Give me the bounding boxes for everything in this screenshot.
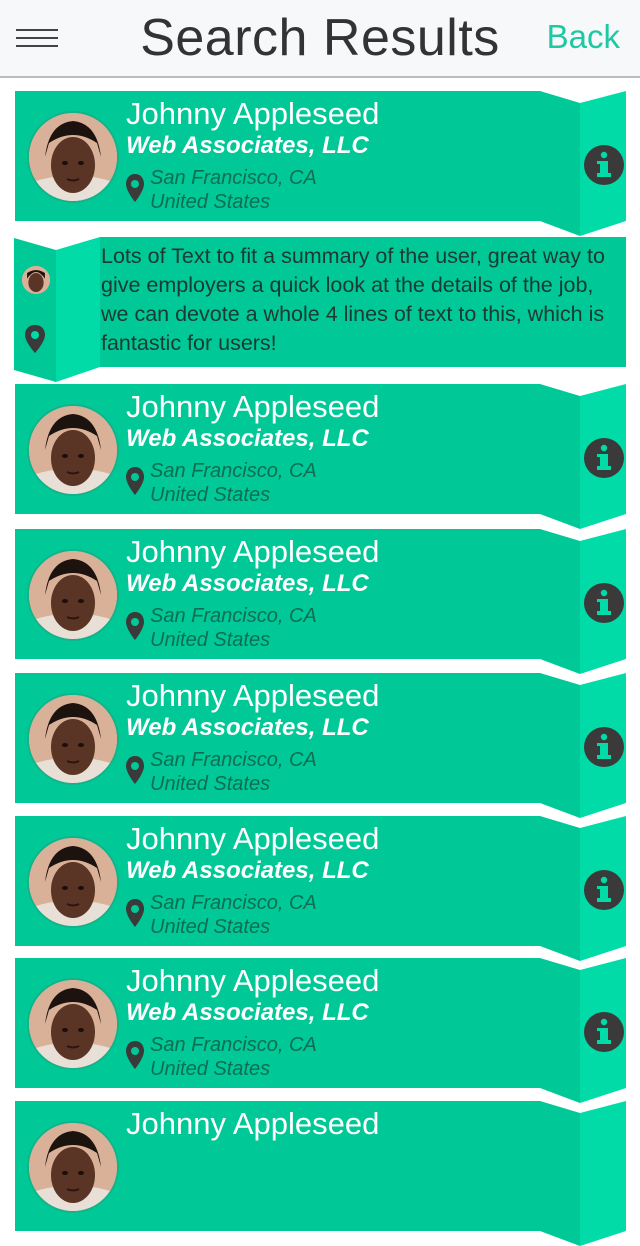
result-company: Web Associates, LLC	[126, 857, 369, 884]
page-title: Search Results	[140, 9, 500, 67]
result-card[interactable]: Johnny Appleseed Web Associates, LLC San…	[15, 673, 640, 818]
mini-avatar	[22, 266, 50, 294]
avatar	[27, 111, 119, 203]
info-icon[interactable]	[583, 582, 625, 624]
result-company: Web Associates, LLC	[126, 132, 369, 159]
back-button[interactable]: Back	[547, 18, 620, 56]
map-pin-icon	[126, 467, 144, 495]
result-name: Johnny Appleseed	[126, 963, 380, 998]
result-location: San Francisco, CA United States	[150, 748, 317, 796]
nav-bar: Search Results Back	[0, 0, 640, 78]
map-pin-icon	[126, 174, 144, 202]
info-icon[interactable]	[583, 726, 625, 768]
result-country: United States	[150, 1058, 271, 1080]
result-company: Web Associates, LLC	[126, 425, 369, 452]
result-country: United States	[150, 916, 271, 938]
summary-panel: Lots of Text to fit a summary of the use…	[14, 236, 626, 384]
result-location: San Francisco, CA United States	[150, 1033, 317, 1081]
info-icon[interactable]	[583, 144, 625, 186]
result-card[interactable]: Johnny Appleseed Web Associates, LLC San…	[15, 529, 640, 674]
result-country: United States	[150, 484, 271, 506]
avatar	[27, 836, 119, 928]
info-icon[interactable]	[583, 869, 625, 911]
map-pin-icon	[25, 325, 45, 353]
result-card[interactable]: Johnny Appleseed Web Associates, LLC San…	[15, 91, 640, 236]
avatar	[27, 978, 119, 1070]
avatar	[27, 693, 119, 785]
result-city: San Francisco, CA	[150, 749, 317, 771]
result-card[interactable]: Johnny Appleseed Web Associates, LLC San…	[15, 958, 640, 1103]
result-country: United States	[150, 191, 271, 213]
result-location: San Francisco, CA United States	[150, 604, 317, 652]
map-pin-icon	[126, 899, 144, 927]
result-name: Johnny Appleseed	[126, 389, 380, 424]
info-icon[interactable]	[583, 437, 625, 479]
result-city: San Francisco, CA	[150, 167, 317, 189]
result-city: San Francisco, CA	[150, 460, 317, 482]
summary-text: Lots of Text to fit a summary of the use…	[101, 244, 605, 355]
result-country: United States	[150, 773, 271, 795]
result-name: Johnny Appleseed	[126, 821, 380, 856]
avatar	[27, 404, 119, 496]
result-card[interactable]: Johnny Appleseed Web Associates, LLC San…	[15, 816, 640, 961]
map-pin-icon	[126, 1041, 144, 1069]
result-city: San Francisco, CA	[150, 605, 317, 627]
result-city: San Francisco, CA	[150, 1034, 317, 1056]
result-name: Johnny Appleseed	[126, 534, 380, 569]
result-country: United States	[150, 629, 271, 651]
result-card[interactable]: Johnny Appleseed Web Associates, LLC San…	[15, 384, 640, 529]
result-company: Web Associates, LLC	[126, 999, 369, 1026]
result-card[interactable]: Johnny Appleseed	[15, 1101, 640, 1246]
info-icon[interactable]	[583, 1011, 625, 1053]
result-name: Johnny Appleseed	[126, 96, 380, 131]
result-city: San Francisco, CA	[150, 892, 317, 914]
map-pin-icon	[126, 756, 144, 784]
result-name: Johnny Appleseed	[126, 1106, 380, 1141]
summary-ribbon	[14, 237, 100, 382]
result-company: Web Associates, LLC	[126, 714, 369, 741]
result-location: San Francisco, CA United States	[150, 166, 317, 214]
result-name: Johnny Appleseed	[126, 678, 380, 713]
avatar	[27, 549, 119, 641]
result-location: San Francisco, CA United States	[150, 459, 317, 507]
avatar	[27, 1121, 119, 1213]
result-location: San Francisco, CA United States	[150, 891, 317, 939]
result-company: Web Associates, LLC	[126, 570, 369, 597]
card-ribbon	[540, 1101, 626, 1246]
map-pin-icon	[126, 612, 144, 640]
